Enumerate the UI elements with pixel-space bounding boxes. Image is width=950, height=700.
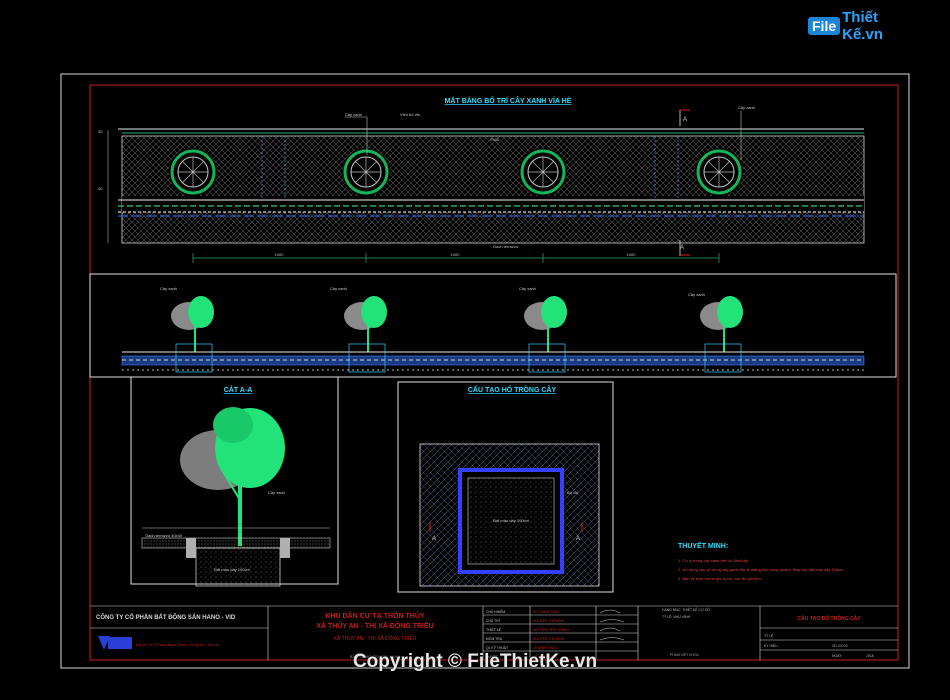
tb-role-4: KIỂM TRA bbox=[486, 636, 503, 641]
sidewalk-hatch bbox=[121, 135, 865, 244]
paving-label: Gạch terrazzo bbox=[493, 244, 519, 249]
plan-width-dim: 2985 bbox=[490, 137, 500, 142]
copyright-watermark: Copyright © FileThietKe.vn bbox=[352, 651, 598, 672]
section-note-left: Gạch terrazzo 40x40 bbox=[145, 533, 183, 538]
tb-name-5: LÊ MINH THẢO bbox=[533, 645, 557, 650]
pit-note-center: Đất màu dày 100cm bbox=[493, 518, 529, 523]
section-note-pit: Đất màu dày 100cm bbox=[214, 567, 250, 572]
note-3: 3. Bản vẽ kích thước ghi là cm, cao độ g… bbox=[678, 576, 763, 581]
plan-dim-3: 1000 bbox=[627, 252, 637, 257]
section-tree-label: Cây xanh bbox=[268, 490, 285, 495]
tb-sheet-no: XD-CX-03 bbox=[832, 644, 848, 648]
plan-dim-2: 1000 bbox=[451, 252, 461, 257]
elev-tree-label-1: Cây xanh bbox=[160, 286, 177, 291]
elev-tree-label-2: Cây xanh bbox=[330, 286, 347, 291]
pit-note-edge: Bó vỉa bbox=[567, 490, 579, 495]
section-mark-top: A bbox=[679, 109, 690, 126]
cad-drawing: MẶT BẰNG BỐ TRÍ CÂY XANH VỈA HÈ 30 40 Câ… bbox=[60, 73, 910, 669]
side-dim-2: 40 bbox=[98, 186, 103, 191]
tb-role-5: QL KỸ THUẬT bbox=[486, 645, 508, 650]
elev-tree-label-4: Cây xanh bbox=[688, 292, 705, 297]
section-mark-a-top: A bbox=[683, 117, 687, 123]
tb-stage-1: HẠNG MỤC: THIẾT KẾ CƠ SỞ bbox=[662, 607, 710, 612]
section-aa-title: CẮT A-A bbox=[224, 385, 253, 394]
tb-company: CÔNG TY CỔ PHẦN BẤT ĐỘNG SẢN HANO - VID bbox=[96, 613, 236, 621]
notes-title: THUYẾT MINH: bbox=[678, 540, 728, 550]
pit-mark-left: A bbox=[432, 536, 436, 542]
tb-name-2: NGUYỄN THẾ BÌNH bbox=[533, 618, 565, 623]
tb-stage-2: TỶ LỆ: NHƯ HÌNH bbox=[662, 614, 691, 619]
tb-name-1: VŨ THANH NAM bbox=[533, 609, 559, 614]
tb-project-1: KHU DÂN CƯ TẠ THÔN THỦY bbox=[325, 611, 424, 620]
tb-role-1: CHỦ NHIỆM bbox=[486, 609, 505, 614]
tb-role-2: CHỦ TRÌ bbox=[486, 618, 500, 623]
elev-tree-label-3: Cây xanh bbox=[519, 286, 536, 291]
note-1: 1. Cự ly trồng cây xanh trên là 10m/cây. bbox=[678, 558, 749, 563]
tb-project-3: XÃ THỦY AN - THỊ XÃ ĐÔNG TRIỀU bbox=[334, 635, 417, 642]
company-logo-icon bbox=[98, 636, 132, 650]
tb-project-2: XÃ THỦY AN - THỊ XÃ ĐÔNG TRIỀU bbox=[316, 620, 433, 630]
note-2: 2. Hố trồng cây sử dụng xây gạch đặc lê … bbox=[678, 567, 844, 572]
plan-curb-label: Viền bó vỉa bbox=[400, 112, 420, 117]
plan-title: MẶT BẰNG BỐ TRÍ CÂY XANH VỈA HÈ bbox=[445, 95, 572, 105]
side-dim-1: 30 bbox=[98, 129, 103, 134]
section-mark-a-bottom: A bbox=[680, 245, 684, 251]
tb-company-sub: Địa chỉ: Số 4 Phạm Ngọc Thạch - Đống Đa … bbox=[136, 643, 219, 647]
plan-dim-1: 1000 bbox=[275, 252, 285, 257]
signature-marks bbox=[599, 609, 625, 641]
tb-name-3: NGUYỄN TIẾN THÀNH bbox=[533, 627, 569, 632]
tb-sheet-label: KÝ HIỆU bbox=[764, 643, 778, 648]
plan-tree-label-2: Cây xanh bbox=[738, 105, 755, 110]
pit-detail-title: CẤU TẠO HỐ TRỒNG CÂY bbox=[468, 384, 557, 394]
section-tree bbox=[180, 407, 285, 546]
tb-role-3: THIẾT KẾ bbox=[486, 627, 502, 632]
tb-drawing-title: CẤU TẠO BỐ TRỒNG CÂY bbox=[797, 615, 861, 622]
elevation-trees bbox=[171, 296, 743, 352]
tb-name-4: NGUYỄN THẾ BÌNH bbox=[533, 636, 565, 641]
plan-tree-label: Cây xanh bbox=[345, 112, 362, 117]
tb-scale-label: TỶ LỆ bbox=[764, 633, 774, 638]
pit-mark-right: A bbox=[576, 536, 580, 542]
